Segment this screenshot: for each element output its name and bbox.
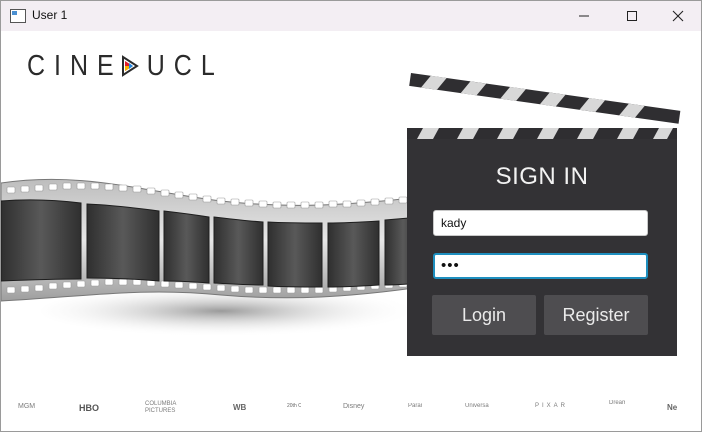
studio-logo-dreamworks: DreamWorks	[609, 400, 625, 406]
app-window-icon	[10, 9, 26, 23]
close-button[interactable]	[655, 1, 701, 31]
app-window: User 1 CINE UCL SIGN IN kady ••• Login R…	[0, 0, 702, 432]
minimize-button[interactable]	[561, 1, 607, 31]
film-strip-illustration	[1, 178, 421, 337]
password-field[interactable]: •••	[433, 253, 648, 279]
studio-logo-netflix: Netflix	[667, 403, 677, 412]
title-bar[interactable]: User 1	[1, 1, 701, 31]
register-button[interactable]: Register	[544, 295, 648, 335]
clapperboard-top	[407, 73, 681, 139]
main-content: CINE UCL SIGN IN kady ••• Login Register…	[1, 31, 701, 431]
maximize-icon	[627, 11, 637, 21]
studio-logo-hbo: HBO	[79, 403, 99, 413]
studio-logo-fox: 20th Century Fox	[287, 403, 301, 409]
studio-logo-columbia: COLUMBIA PICTURES	[145, 401, 177, 414]
studio-logo-mgm: MGM	[18, 403, 36, 410]
login-button[interactable]: Login	[432, 295, 536, 335]
window-title: User 1	[32, 8, 68, 22]
sign-in-panel: SIGN IN kady ••• Login Register	[407, 139, 677, 356]
studio-logo-pixar: PIXAR	[535, 403, 569, 409]
sign-in-title: SIGN IN	[495, 163, 589, 190]
studio-logo-paramount: Paramount	[408, 403, 422, 409]
studio-logo-disney: Disney	[343, 403, 365, 410]
maximize-button[interactable]	[609, 1, 655, 31]
studio-logos-bar: MGM HBO COLUMBIA PICTURES WB 20th Centur…	[1, 395, 701, 425]
minimize-icon	[579, 15, 589, 17]
studio-logo-wb: WB	[233, 403, 247, 412]
close-icon	[672, 10, 684, 22]
username-field[interactable]: kady	[433, 210, 648, 236]
studio-logo-universal: Universal	[465, 403, 489, 409]
